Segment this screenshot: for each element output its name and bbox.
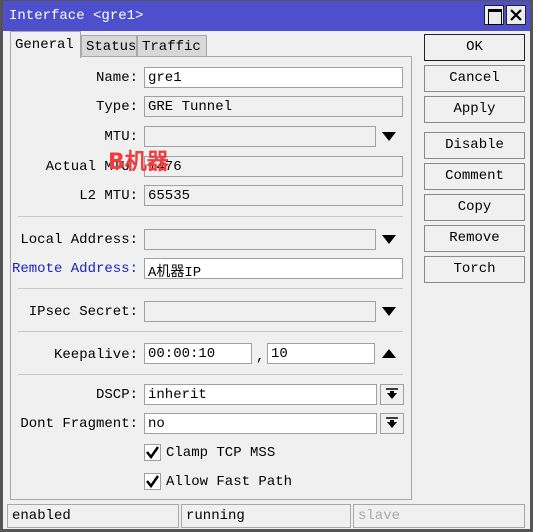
checkmark-icon [146,446,160,460]
keepalive-separator: , [256,349,265,365]
name-input[interactable]: gre1 [144,67,403,88]
dropdown-arrow-icon[interactable] [382,307,396,317]
torch-button[interactable]: Torch [424,256,525,283]
ipsec-secret-label: IPsec Secret: [28,304,138,320]
tab-status[interactable]: Status [81,35,137,57]
interface-window: Interface <gre1> General Status Traffic … [0,0,533,532]
comment-button[interactable]: Comment [424,163,525,190]
actual-mtu-label: Actual MTU: [45,159,138,175]
allow-fast-path-checkbox[interactable] [144,473,161,490]
copy-button[interactable]: Copy [424,194,525,221]
collapse-arrow-icon[interactable] [382,349,396,359]
ok-button[interactable]: OK [424,34,525,61]
clamp-tcp-mss-checkbox[interactable] [144,444,161,461]
dscp-dropdown-button[interactable] [380,384,404,405]
dropdown-arrow-icon[interactable] [382,235,396,245]
disable-button[interactable]: Disable [424,132,525,159]
allow-fast-path-label: Allow Fast Path [166,474,293,490]
checkmark-icon [146,475,160,489]
mtu-label: MTU: [104,129,138,145]
remove-button[interactable]: Remove [424,225,525,252]
clamp-tcp-mss-label: Clamp TCP MSS [166,445,276,461]
keepalive-label: Keepalive: [53,347,138,363]
dropdown-icon [386,417,398,428]
local-address-input[interactable] [144,229,376,250]
separator [18,374,403,375]
l2-mtu-field: 65535 [144,185,403,206]
window-title: Interface <gre1> [9,8,144,24]
remote-address-label: Remote Address: [11,261,138,277]
title-bar[interactable]: Interface <gre1> [3,1,530,31]
ipsec-secret-input[interactable] [144,301,376,322]
status-enabled: enabled [7,504,179,528]
keepalive-interval-input[interactable]: 00:00:10 [144,343,252,364]
type-field: GRE Tunnel [144,96,403,117]
tab-general[interactable]: General [10,31,81,58]
dont-fragment-dropdown-button[interactable] [380,413,404,434]
l2-mtu-label: L2 MTU: [79,188,138,204]
status-running: running [181,504,351,528]
name-label: Name: [95,70,138,86]
dscp-select[interactable]: inherit [144,384,377,405]
status-slave: slave [353,504,525,528]
actual-mtu-field: 1476 [144,156,403,177]
mtu-input[interactable] [144,126,376,147]
tab-traffic[interactable]: Traffic [137,35,207,57]
remote-address-input[interactable]: A机器IP [144,258,403,279]
general-panel: Name: gre1 Type: GRE Tunnel MTU: Actual … [10,56,412,500]
separator [18,216,403,217]
dropdown-arrow-icon[interactable] [382,132,396,142]
close-icon[interactable] [506,5,526,25]
cancel-button[interactable]: Cancel [424,65,525,92]
apply-button[interactable]: Apply [424,96,525,123]
separator [18,331,403,332]
dont-fragment-label: Dont Fragment: [20,416,138,432]
maximize-icon[interactable] [484,5,504,25]
dont-fragment-select[interactable]: no [144,413,377,434]
dscp-label: DSCP: [95,387,138,403]
dropdown-icon [386,388,398,399]
keepalive-retries-input[interactable]: 10 [267,343,375,364]
separator [18,288,403,289]
local-address-label: Local Address: [20,232,138,248]
type-label: Type: [95,99,138,115]
